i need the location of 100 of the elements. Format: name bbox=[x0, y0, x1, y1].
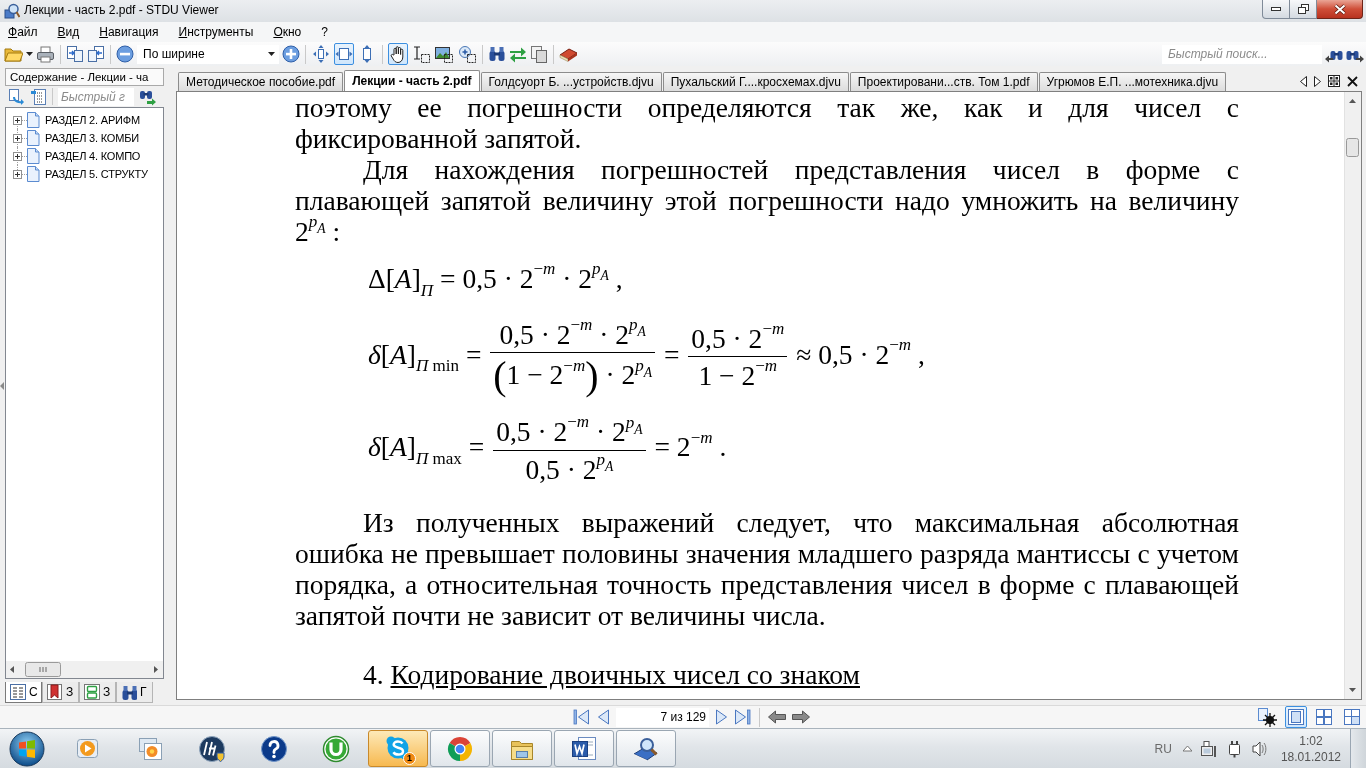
tab-scroll-right-icon[interactable] bbox=[1314, 75, 1321, 87]
tree-item[interactable]: РАЗДЕЛ 4. КОМПО bbox=[45, 148, 141, 164]
help-icon bbox=[260, 734, 288, 763]
minimize-button[interactable] bbox=[1262, 0, 1290, 19]
app-logo-icon bbox=[4, 3, 20, 19]
minimize-icon bbox=[1271, 7, 1281, 11]
section-heading: Кодирование двоичных чисел со знаком bbox=[390, 659, 860, 691]
page-arrow-icon[interactable] bbox=[87, 45, 105, 63]
document-icon bbox=[27, 112, 40, 128]
document-icon bbox=[27, 130, 40, 146]
caret-icon[interactable] bbox=[26, 52, 33, 56]
horizontal-scrollbar[interactable] bbox=[6, 661, 163, 678]
close-icon[interactable] bbox=[1347, 75, 1358, 87]
panel-tab[interactable]: С bbox=[5, 682, 42, 703]
zoom-select-button[interactable] bbox=[457, 43, 477, 65]
back-arrow-icon[interactable] bbox=[768, 710, 786, 724]
panel-tab[interactable]: З bbox=[79, 682, 116, 703]
document-tab[interactable]: Пухальский Г....кросхемах.djvu bbox=[662, 72, 849, 91]
thumbnails-icon bbox=[84, 684, 100, 700]
document-icon bbox=[27, 148, 40, 164]
language-indicator[interactable]: RU bbox=[1154, 741, 1172, 756]
binoculars-icon bbox=[121, 684, 137, 700]
panel-tab[interactable]: З bbox=[42, 682, 79, 703]
page-layout-button[interactable] bbox=[1341, 706, 1363, 728]
last-page-icon[interactable] bbox=[734, 709, 751, 725]
page-arrow-icon[interactable] bbox=[66, 45, 84, 63]
next-page-icon[interactable] bbox=[715, 709, 728, 725]
expand-icon[interactable] bbox=[13, 151, 22, 161]
layout-icon bbox=[1344, 709, 1360, 725]
tree-item[interactable]: РАЗДЕЛ 5. СТРУКТУ bbox=[45, 166, 148, 182]
copy-pages-icon[interactable] bbox=[530, 45, 548, 63]
text-select-button[interactable] bbox=[411, 43, 431, 65]
tab-grid-icon[interactable] bbox=[1328, 75, 1340, 87]
document-tab[interactable]: Проектировани...ств. Том 1.pdf bbox=[849, 72, 1038, 91]
close-button[interactable] bbox=[1317, 0, 1363, 19]
printer-icon[interactable] bbox=[36, 45, 55, 63]
taskbar-button[interactable] bbox=[554, 730, 614, 767]
expand-icon[interactable] bbox=[13, 133, 22, 143]
text-cursor-icon bbox=[412, 45, 430, 63]
expand-icon[interactable] bbox=[13, 169, 22, 179]
volume-icon[interactable] bbox=[1251, 739, 1268, 758]
fit-width-icon bbox=[335, 45, 353, 63]
document-tab[interactable]: Лекции - часть 2.pdf bbox=[344, 70, 480, 91]
menu-item[interactable]: Инструменты bbox=[173, 24, 259, 40]
single-page-icon bbox=[1288, 709, 1304, 725]
show-hidden-icons-icon[interactable] bbox=[1182, 745, 1192, 752]
page-arrow-icon[interactable] bbox=[8, 87, 25, 106]
fit-width-button[interactable] bbox=[334, 43, 354, 65]
magnifier-icon bbox=[458, 45, 476, 63]
search-field[interactable]: Быстрый г bbox=[58, 87, 134, 106]
zoom-out-icon[interactable] bbox=[116, 45, 134, 63]
caret-icon bbox=[268, 52, 275, 56]
expand-icon[interactable] bbox=[13, 115, 22, 125]
paragraph-text: поэтому ее погрешности определяются так же, как и для чисел с фиксированной запятой. bbox=[295, 92, 1239, 154]
picture-icon bbox=[435, 45, 453, 63]
tree-item[interactable]: РАЗДЕЛ 2. АРИФМ bbox=[45, 112, 140, 128]
window-title: Лекции - часть 2.pdf - STDU Viewer bbox=[24, 2, 219, 19]
zoom-dropdown[interactable]: По ширине bbox=[137, 44, 279, 64]
contents-icon bbox=[10, 684, 26, 700]
menu-item[interactable]: Навигация bbox=[94, 24, 164, 40]
taskbar-button[interactable] bbox=[616, 730, 676, 767]
document-tab[interactable]: Голдсуорт Б. ...устройств.djvu bbox=[480, 72, 662, 91]
search-field[interactable]: Быстрый поиск... bbox=[1162, 44, 1322, 64]
forward-arrow-icon[interactable] bbox=[792, 710, 810, 724]
panel-tab[interactable]: Г bbox=[116, 682, 153, 703]
hand-tool-button[interactable] bbox=[388, 43, 408, 65]
paragraph-text: Из полученных выражений следует, что максимальная абсолютная ошибка не превышает половины значения младшего разряда мантиссы с учетом порядка, а относительная точность представления чисел в форме с плавающей запятой почти не зависит от величины числа. bbox=[295, 507, 1239, 632]
network-icon[interactable] bbox=[1200, 740, 1217, 757]
tab-scroll-left-icon[interactable] bbox=[1300, 75, 1307, 87]
zoom-in-icon[interactable] bbox=[282, 45, 300, 63]
four-pages-button[interactable] bbox=[1313, 706, 1335, 728]
document-tab[interactable]: Угрюмов Е.П. ...мотехника.djvu bbox=[1038, 72, 1227, 91]
taskbar-button[interactable]: 1 bbox=[368, 730, 428, 767]
page-sun-icon[interactable] bbox=[1258, 707, 1277, 727]
previous-page-icon[interactable] bbox=[596, 709, 610, 725]
grid-icon bbox=[1316, 709, 1332, 725]
single-page-button[interactable] bbox=[1285, 706, 1307, 728]
menu-item[interactable]: ? bbox=[316, 24, 333, 40]
section-number: 4. bbox=[363, 659, 384, 691]
list-icon[interactable] bbox=[30, 87, 47, 106]
clock-date[interactable]: 18.01.2012 bbox=[1280, 748, 1341, 765]
collapse-arrow-icon[interactable] bbox=[0, 382, 4, 390]
restore-button[interactable] bbox=[1290, 0, 1317, 19]
document-icon bbox=[27, 166, 40, 182]
notification-badge: 1 bbox=[403, 752, 416, 765]
menu-item[interactable]: Вид bbox=[52, 24, 85, 40]
page-number-field[interactable]: 7 из 129 bbox=[616, 707, 709, 727]
first-page-icon[interactable] bbox=[573, 709, 590, 725]
document-tab[interactable]: Методическое пособие.pdf bbox=[178, 72, 344, 91]
vertical-scrollbar[interactable] bbox=[1344, 92, 1361, 699]
browser-icon bbox=[446, 734, 474, 763]
clock-time[interactable]: 1:02 bbox=[1299, 732, 1323, 749]
word-document-icon bbox=[570, 734, 598, 763]
restore-icon bbox=[1297, 4, 1309, 14]
binoculars-icon[interactable] bbox=[488, 45, 506, 63]
start-orb-icon[interactable] bbox=[9, 730, 45, 767]
menu-item[interactable]: Окно bbox=[268, 24, 307, 40]
menu-item[interactable]: Файл bbox=[3, 24, 43, 40]
fit-page-button[interactable] bbox=[311, 43, 331, 65]
tree-item[interactable]: РАЗДЕЛ 3. КОМБИ bbox=[45, 130, 139, 146]
